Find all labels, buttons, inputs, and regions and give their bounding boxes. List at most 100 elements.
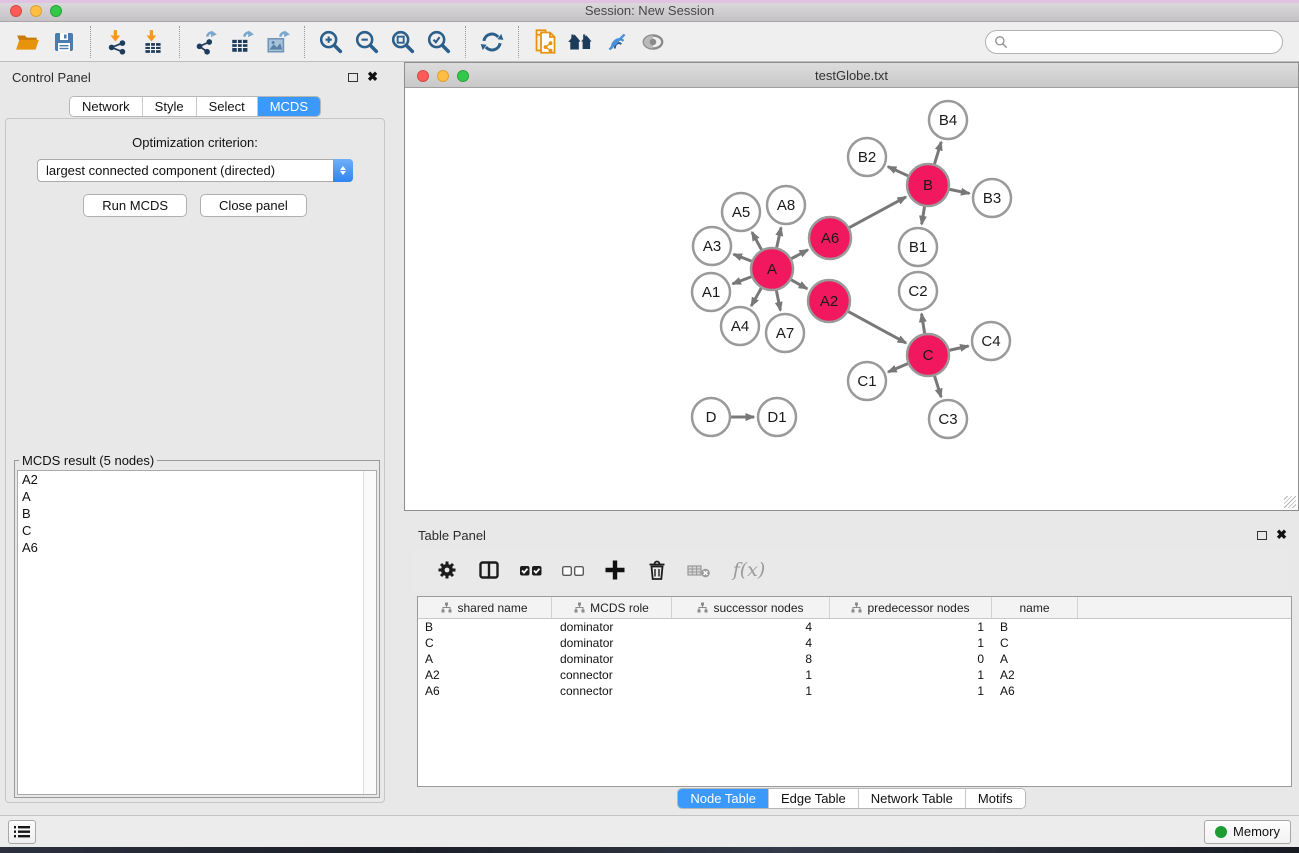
fit-content-icon[interactable] [385,25,421,59]
result-item-b[interactable]: B [18,505,376,522]
export-image-icon[interactable] [260,25,296,59]
graph-node-A1[interactable]: A1 [692,273,730,311]
graph-edge-B-B1[interactable] [922,207,925,225]
graph-node-C1[interactable]: C1 [848,362,886,400]
zoom-in-icon[interactable] [313,25,349,59]
graph-edge-B-B4[interactable] [934,142,941,164]
table-settings-icon[interactable] [432,555,462,585]
close-network-window-button[interactable] [417,70,429,82]
zoom-window-button[interactable] [50,5,62,17]
graph-node-A7[interactable]: A7 [766,314,804,352]
tab-node-table[interactable]: Node Table [678,789,768,808]
result-item-a2[interactable]: A2 [18,471,376,488]
column-header-successor-nodes[interactable]: successor nodes [672,597,830,618]
export-network-icon[interactable] [188,25,224,59]
graph-edge-C-C2[interactable] [922,314,925,334]
graph-node-A2[interactable]: A2 [808,280,850,322]
graph-edge-C-C1[interactable] [888,364,908,372]
home-view-icon[interactable] [563,25,599,59]
column-header-shared-name[interactable]: shared name [418,597,552,618]
zoom-network-window-button[interactable] [457,70,469,82]
graph-node-B1[interactable]: B1 [899,228,937,266]
graph-edge-A-A4[interactable] [751,288,761,306]
tab-network-table[interactable]: Network Table [858,789,965,808]
tab-select[interactable]: Select [196,97,257,116]
graph-node-B[interactable]: B [907,164,949,206]
graph-node-A6[interactable]: A6 [809,217,851,259]
close-window-button[interactable] [10,5,22,17]
close-panel-button[interactable]: Close panel [200,194,307,217]
graph-edge-A6-B[interactable] [849,197,906,228]
graph-node-D[interactable]: D [692,398,730,436]
graph-node-A8[interactable]: A8 [767,186,805,224]
graph-edge-A-A3[interactable] [733,254,751,261]
add-column-icon[interactable] [600,555,630,585]
graph-node-D1[interactable]: D1 [758,398,796,436]
graph-node-B4[interactable]: B4 [929,101,967,139]
graph-edge-A-A1[interactable] [733,277,752,284]
graph-node-B3[interactable]: B3 [973,179,1011,217]
run-mcds-button[interactable]: Run MCDS [83,194,187,217]
graph-node-A5[interactable]: A5 [722,193,760,231]
close-panel-icon[interactable]: ✖ [367,72,378,82]
delete-column-icon[interactable] [642,555,672,585]
select-all-icon[interactable] [516,555,546,585]
split-panel-icon[interactable] [474,555,504,585]
tab-edge-table[interactable]: Edge Table [768,789,858,808]
function-builder-icon[interactable]: f(x) [726,555,772,585]
network-from-file-icon[interactable] [527,25,563,59]
graph-edge-A2-C[interactable] [848,312,906,343]
search-field[interactable] [985,30,1283,54]
tab-network[interactable]: Network [70,97,142,116]
tab-motifs[interactable]: Motifs [965,789,1025,808]
close-table-panel-icon[interactable]: ✖ [1276,530,1287,540]
apply-preferred-layout-icon[interactable] [474,25,510,59]
table-row-a2[interactable]: A2connector11A2 [418,667,1291,683]
tab-style[interactable]: Style [142,97,196,116]
column-header-predecessor-nodes[interactable]: predecessor nodes [830,597,992,618]
graph-edge-A-A2[interactable] [791,280,807,289]
minimize-network-window-button[interactable] [437,70,449,82]
open-session-icon[interactable] [10,25,46,59]
show-graphics-details-icon[interactable] [635,25,671,59]
graph-node-A[interactable]: A [751,248,793,290]
float-panel-icon[interactable] [348,73,358,82]
result-item-a6[interactable]: A6 [18,539,376,556]
table-row-c[interactable]: Cdominator41C [418,635,1291,651]
result-item-a[interactable]: A [18,488,376,505]
deselect-all-icon[interactable] [558,555,588,585]
import-network-from-file-icon[interactable] [99,25,135,59]
delete-table-icon[interactable] [684,555,714,585]
graph-node-B2[interactable]: B2 [848,138,886,176]
zoom-out-icon[interactable] [349,25,385,59]
graph-node-A4[interactable]: A4 [721,307,759,345]
graph-node-C4[interactable]: C4 [972,322,1010,360]
column-header-name[interactable]: name [992,597,1078,618]
graph-edge-B-B2[interactable] [888,167,908,176]
graph-edge-A-A8[interactable] [777,227,781,247]
graph-edge-A-A7[interactable] [776,291,780,311]
graph-node-C2[interactable]: C2 [899,272,937,310]
graph-node-A3[interactable]: A3 [693,227,731,265]
network-canvas[interactable]: B4 B2 B B3 A8A5 A6 B1 A3 A C2 A1 A2 A4A7 C4 C C1 D D1 C3 [405,88,1298,510]
criterion-dropdown[interactable]: largest connected component (directed) [37,159,353,182]
save-session-icon[interactable] [46,25,82,59]
graph-edge-A-A5[interactable] [752,232,762,249]
graph-node-C3[interactable]: C3 [929,400,967,438]
table-row-a6[interactable]: A6connector11A6 [418,683,1291,699]
graph-edge-B-B3[interactable] [950,189,970,193]
result-item-c[interactable]: C [18,522,376,539]
table-row-b[interactable]: Bdominator41B [418,619,1291,635]
graph-edge-C-C4[interactable] [949,346,968,350]
tab-mcds[interactable]: MCDS [257,97,320,116]
graph-node-C[interactable]: C [907,334,949,376]
search-input[interactable] [1008,34,1274,49]
float-table-panel-icon[interactable] [1257,531,1267,540]
export-table-icon[interactable] [224,25,260,59]
window-resize-grip[interactable] [1284,496,1296,508]
graph-edge-A-A6[interactable] [791,250,808,259]
memory-button[interactable]: Memory [1204,820,1291,844]
zoom-selected-icon[interactable] [421,25,457,59]
table-row-a[interactable]: Adominator80A [418,651,1291,667]
task-history-button[interactable] [8,820,36,844]
